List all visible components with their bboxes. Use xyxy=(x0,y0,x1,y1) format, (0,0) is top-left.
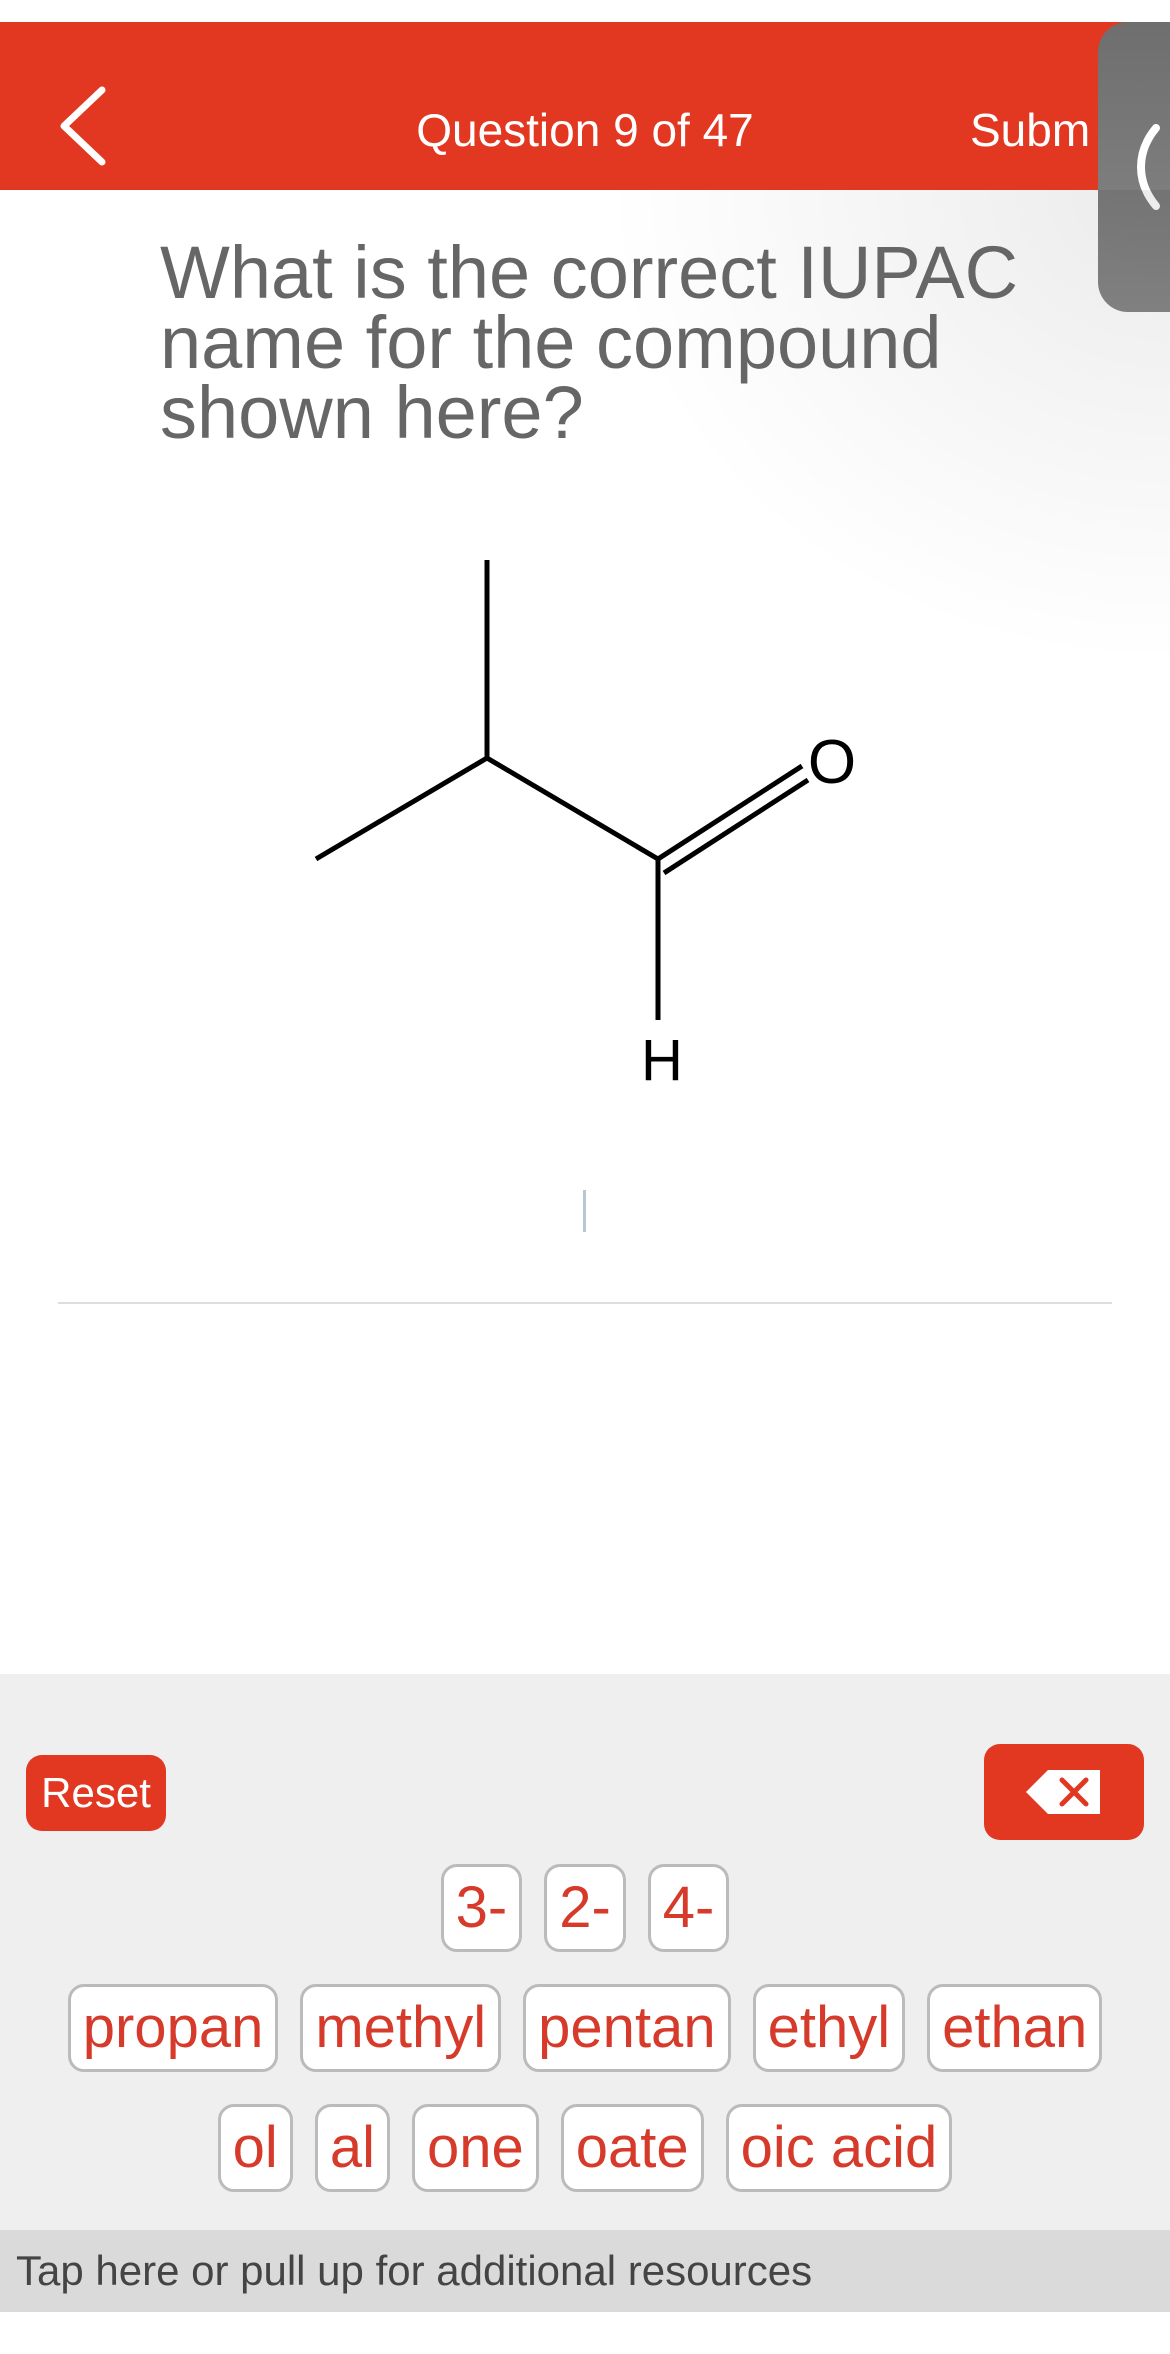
locant-tile-row: 3- 2- 4- xyxy=(0,1864,1170,1952)
tile-pentan[interactable]: pentan xyxy=(523,1984,731,2072)
tile-ethan[interactable]: ethan xyxy=(927,1984,1103,2072)
molecule-structure: O H xyxy=(314,560,856,1093)
quiz-screen: Question 9 of 47 Subm What is the correc… xyxy=(0,0,1170,2354)
tile-ol[interactable]: ol xyxy=(217,2104,293,2192)
carbonyl-bond-2 xyxy=(662,777,810,876)
oxygen-label: O xyxy=(808,728,856,797)
delete-button[interactable] xyxy=(984,1744,1144,1840)
tile-oic-acid[interactable]: oic acid xyxy=(725,2104,953,2192)
resources-bar[interactable]: Tap here or pull up for additional resou… xyxy=(0,2230,1170,2312)
page-title: Question 9 of 47 xyxy=(416,104,754,156)
tile-al[interactable]: al xyxy=(314,2104,390,2192)
answer-field[interactable] xyxy=(58,1302,1112,1304)
resources-text: Tap here or pull up for additional resou… xyxy=(16,2247,813,2294)
methyl-bond-left xyxy=(314,755,489,862)
tile-one[interactable]: one xyxy=(411,2104,539,2192)
reset-button[interactable]: Reset xyxy=(26,1755,166,1831)
stem-tile-row: propan methyl pentan ethyl ethan xyxy=(0,1984,1170,2072)
tile-oate[interactable]: oate xyxy=(560,2104,704,2192)
back-button[interactable] xyxy=(52,82,116,170)
carbonyl-bond-1 xyxy=(656,763,804,862)
backspace-icon xyxy=(1026,1770,1100,1814)
bottom-safe-area xyxy=(0,2312,1170,2354)
tile-4-locant[interactable]: 4- xyxy=(647,1864,730,1952)
tile-methyl[interactable]: methyl xyxy=(300,1984,502,2072)
tile-propan[interactable]: propan xyxy=(67,1984,279,2072)
chain-bond xyxy=(485,755,660,862)
text-cursor xyxy=(583,1190,586,1232)
suffix-tile-row: ol al one oate oic acid xyxy=(0,2104,1170,2192)
chevron-left-icon xyxy=(60,86,106,166)
submit-button[interactable]: Subm xyxy=(970,100,1090,160)
tile-ethyl[interactable]: ethyl xyxy=(752,1984,906,2072)
question-text: What is the correct IUPAC name for the c… xyxy=(160,231,1019,454)
tile-2-locant[interactable]: 2- xyxy=(544,1864,626,1952)
header-bar: Question 9 of 47 Subm xyxy=(0,22,1170,190)
tile-3-locant[interactable]: 3- xyxy=(440,1864,523,1952)
hydrogen-label: H xyxy=(641,1028,683,1093)
